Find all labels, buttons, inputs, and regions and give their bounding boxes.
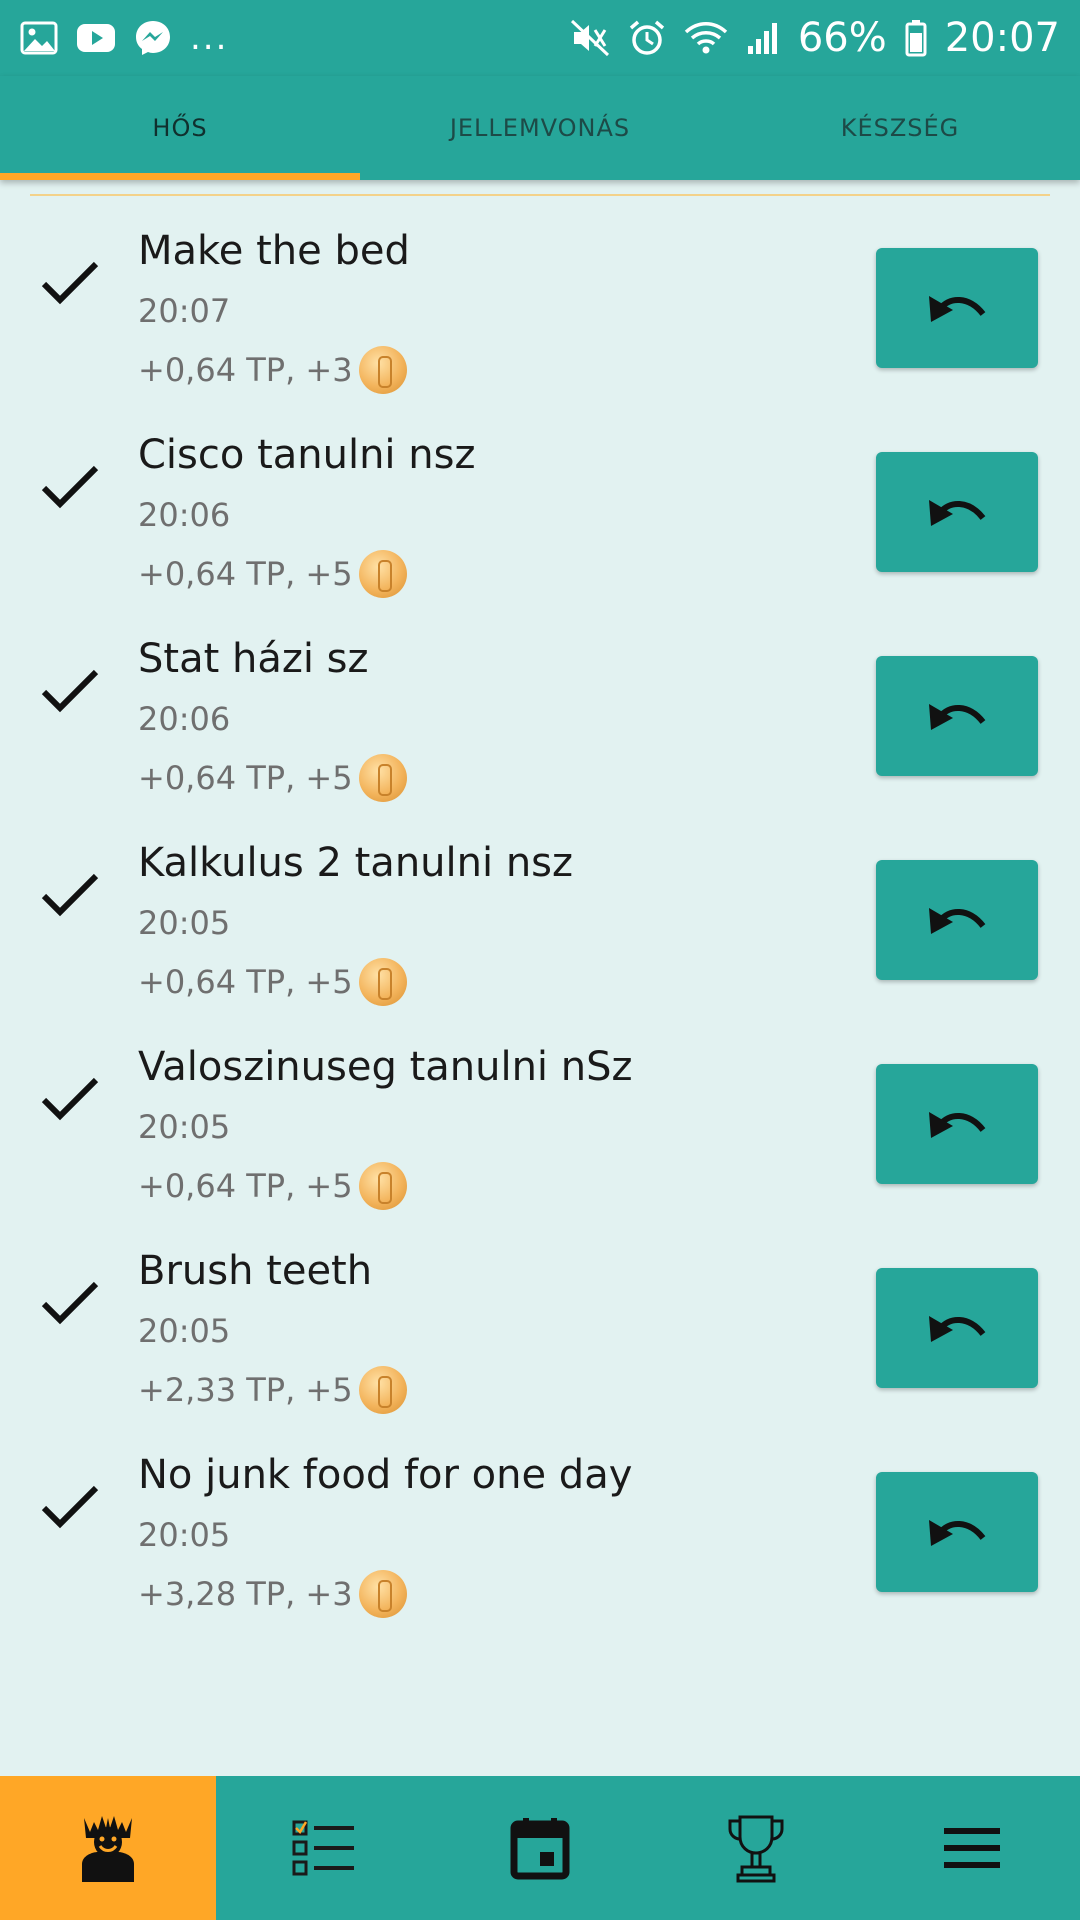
task-time: 20:07 [138,292,231,330]
task-time: 20:06 [138,700,231,738]
task-reward-text: +3,28 TP, +3 [138,1575,353,1613]
undo-button[interactable] [876,656,1038,776]
status-time: 20:07 [944,15,1060,61]
gold-coin-icon [358,1570,407,1618]
undo-icon [929,908,986,934]
task-reward: +2,33 TP, +5 [138,1366,407,1414]
status-left: ... [20,18,228,58]
gold-coin-icon [358,1366,407,1414]
undo-icon [929,704,986,730]
tab-bar: HŐS JELLEMVONÁS KÉSZSÉG [0,76,1080,180]
gold-coin-icon [358,346,407,394]
undo-icon [929,1112,986,1138]
wifi-icon [684,20,728,56]
battery-percent: 66% [797,15,887,61]
task-reward-text: +0,64 TP, +5 [138,759,353,797]
nav-tasks[interactable] [216,1776,432,1920]
task-time: 20:05 [138,904,231,942]
undo-button[interactable] [876,248,1038,368]
tab-hero[interactable]: HŐS [0,76,360,180]
check-icon [41,873,99,917]
task-reward-text: +2,33 TP, +5 [138,1371,353,1409]
nav-achievements[interactable] [648,1776,864,1920]
task-title: Stat házi sz [138,636,369,682]
more-notifications: ... [190,18,229,58]
task-title: Valoszinuseg tanulni nSz [138,1044,633,1090]
undo-icon [929,296,986,322]
mute-icon [570,19,610,57]
task-item: Cisco tanulni nsz 20:06 +0,64 TP, +5 [0,400,1080,604]
signal-icon [746,20,780,56]
gallery-icon [20,21,58,55]
undo-button[interactable] [876,860,1038,980]
task-reward-text: +0,64 TP, +3 [138,351,353,389]
task-time: 20:05 [138,1516,231,1554]
gold-coin-icon [358,1162,407,1210]
tab-skills[interactable]: KÉSZSÉG [720,76,1080,180]
bottom-navigation [0,1776,1080,1920]
hero-icon [82,1816,134,1882]
task-time: 20:05 [138,1108,231,1146]
task-reward: +0,64 TP, +5 [138,754,407,802]
alarm-icon [628,19,666,57]
task-time: 20:06 [138,496,231,534]
task-time: 20:05 [138,1312,231,1350]
task-item: Make the bed 20:07 +0,64 TP, +3 [0,196,1080,400]
undo-icon [929,1520,986,1546]
undo-icon [929,1316,986,1342]
youtube-icon [76,23,116,53]
calendar-icon [510,1818,570,1880]
status-right: 66% 20:07 [570,15,1060,61]
task-item: No junk food for one day 20:05 +3,28 TP,… [0,1420,1080,1624]
nav-calendar[interactable] [432,1776,648,1920]
check-icon [41,261,99,305]
battery-icon [905,19,927,57]
messenger-icon [134,19,172,57]
tab-traits[interactable]: JELLEMVONÁS [360,76,720,180]
task-title: Cisco tanulni nsz [138,432,476,478]
check-icon [41,669,99,713]
check-icon [41,465,99,509]
checklist-icon [292,1820,354,1876]
gold-coin-icon [358,958,407,1006]
task-item: Valoszinuseg tanulni nSz 20:05 +0,64 TP,… [0,1012,1080,1216]
task-reward: +3,28 TP, +3 [138,1570,407,1618]
menu-icon [944,1828,1000,1868]
task-reward: +0,64 TP, +5 [138,958,407,1006]
gold-coin-icon [358,754,407,802]
task-title: Brush teeth [138,1248,373,1294]
task-reward-text: +0,64 TP, +5 [138,963,353,1001]
task-reward-text: +0,64 TP, +5 [138,1167,353,1205]
task-item: Stat házi sz 20:06 +0,64 TP, +5 [0,604,1080,808]
undo-button[interactable] [876,1472,1038,1592]
undo-button[interactable] [876,452,1038,572]
task-reward-text: +0,64 TP, +5 [138,555,353,593]
undo-icon [929,500,986,526]
task-title: No junk food for one day [138,1452,633,1498]
undo-button[interactable] [876,1268,1038,1388]
task-item: Kalkulus 2 tanulni nsz 20:05 +0,64 TP, +… [0,808,1080,1012]
undo-button[interactable] [876,1064,1038,1184]
check-icon [41,1485,99,1529]
task-item: Brush teeth 20:05 +2,33 TP, +5 [0,1216,1080,1420]
status-bar: ... 66% 20:07 [0,0,1080,76]
check-icon [41,1077,99,1121]
task-reward: +0,64 TP, +3 [138,346,407,394]
nav-menu[interactable] [864,1776,1080,1920]
trophy-icon [728,1815,784,1883]
gold-coin-icon [358,550,407,598]
nav-hero[interactable] [0,1776,216,1920]
task-reward: +0,64 TP, +5 [138,550,407,598]
task-reward: +0,64 TP, +5 [138,1162,407,1210]
task-title: Kalkulus 2 tanulni nsz [138,840,573,886]
check-icon [41,1281,99,1325]
task-title: Make the bed [138,228,410,274]
